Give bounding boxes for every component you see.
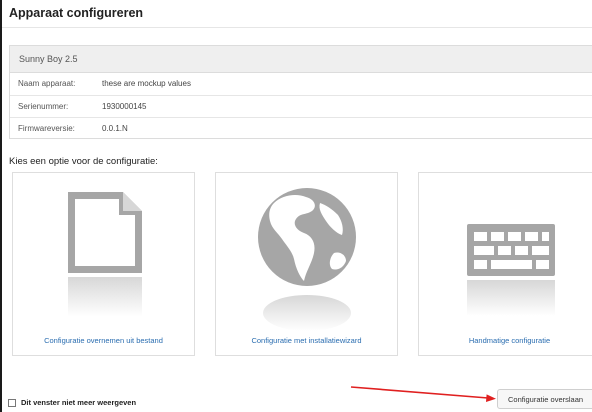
skip-configuration-button[interactable]: Configuratie overslaan: [497, 389, 592, 409]
annotation-arrow-icon: [350, 386, 496, 402]
